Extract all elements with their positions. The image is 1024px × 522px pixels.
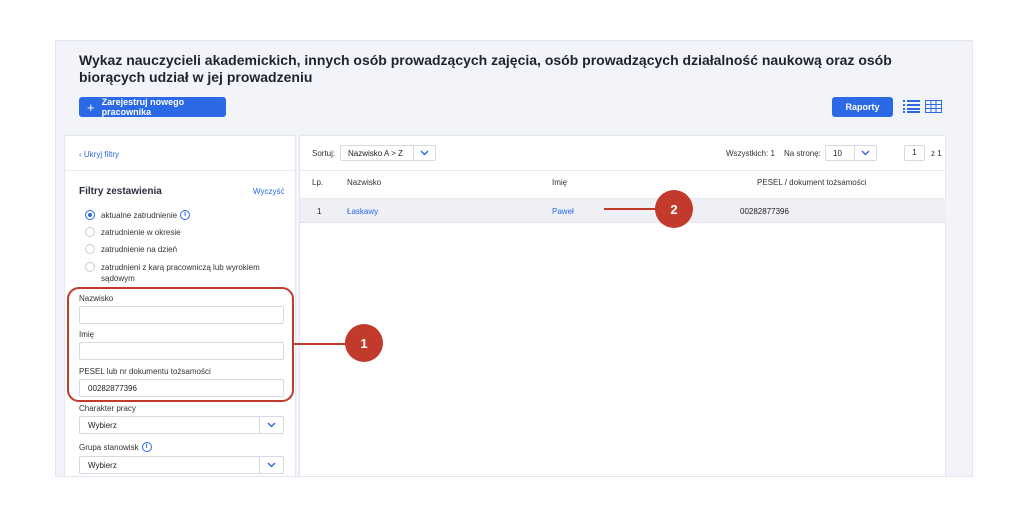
radio-label: zatrudnieni z karą pracowniczą lub wyrok…: [101, 263, 260, 283]
col-header-name[interactable]: Imię: [552, 178, 567, 187]
radio-penalty-employees[interactable]: zatrudnieni z karą pracowniczą lub wyrok…: [85, 262, 270, 284]
radio-dot: [85, 210, 95, 220]
register-employee-button[interactable]: + Zarejestruj nowego pracownika: [79, 97, 226, 117]
position-group-label-row: Grupa stanowisk i: [79, 442, 152, 452]
cell-surname-link[interactable]: Łaskawy: [347, 207, 378, 216]
table-row[interactable]: 1 Łaskawy Paweł 00282877396: [300, 199, 946, 223]
plus-icon: +: [87, 99, 95, 115]
per-page-value: 10: [833, 148, 842, 158]
sort-value: Nazwisko A > Z: [348, 148, 403, 158]
chevron-down-icon: [413, 146, 435, 160]
annotation-badge-2: 2: [655, 190, 693, 228]
annotation-badge-1: 1: [345, 324, 383, 362]
highlight-frame-filters: [67, 287, 294, 402]
page-number-input[interactable]: 1: [904, 145, 925, 161]
page-total: z 1: [931, 149, 942, 158]
results-panel: Sortuj: Nazwisko A > Z Wszystkich: 1 Na …: [299, 135, 946, 476]
chevron-down-icon: [259, 457, 283, 473]
col-header-pesel[interactable]: PESEL / dokument tożsamości: [757, 178, 867, 187]
sort-label: Sortuj:: [312, 149, 336, 158]
radio-dot: [85, 262, 95, 272]
filters-title: Filtry zestawienia: [79, 186, 162, 197]
radio-employment-on-day[interactable]: zatrudnienie na dzień: [85, 244, 177, 255]
radio-employment-in-period[interactable]: zatrudnienie w okresie: [85, 227, 181, 238]
position-group-select[interactable]: Wybierz: [79, 456, 284, 474]
reports-button[interactable]: Raporty: [832, 97, 893, 117]
per-page-select[interactable]: 10: [825, 145, 877, 161]
app-frame: Wykaz nauczycieli akademickich, innych o…: [55, 40, 973, 477]
callout-line: [294, 343, 346, 345]
chevron-down-icon: [259, 417, 283, 433]
work-type-label: Charakter pracy: [79, 404, 136, 413]
page-title: Wykaz nauczycieli akademickich, innych o…: [79, 52, 892, 85]
cell-lp: 1: [317, 207, 322, 216]
list-view-icon[interactable]: [903, 100, 920, 113]
position-group-label: Grupa stanowisk: [79, 442, 139, 452]
callout-line: [604, 208, 656, 210]
divider: [65, 170, 295, 171]
grid-view-icon[interactable]: [925, 100, 942, 113]
col-header-lp[interactable]: Lp.: [312, 178, 323, 187]
sort-select[interactable]: Nazwisko A > Z: [340, 145, 436, 161]
info-icon[interactable]: i: [141, 442, 152, 452]
per-page-label: Na stronę:: [784, 149, 821, 158]
radio-current-employment[interactable]: aktualne zatrudnienie i: [85, 210, 191, 221]
radio-label: zatrudnienie na dzień: [101, 245, 178, 254]
hide-filters-link[interactable]: ‹ Ukryj filtry: [79, 150, 119, 159]
chevron-down-icon: [854, 146, 876, 160]
col-header-surname[interactable]: Nazwisko: [347, 178, 381, 187]
work-type-value: Wybierz: [88, 420, 117, 430]
radio-label: zatrudnienie w okresie: [101, 228, 181, 237]
total-count: Wszystkich: 1: [726, 149, 775, 158]
register-employee-label: Zarejestruj nowego pracownika: [101, 97, 185, 117]
cell-pesel: 00282877396: [740, 207, 789, 216]
clear-filters-link[interactable]: Wyczyść: [253, 187, 284, 196]
info-icon[interactable]: i: [180, 210, 191, 220]
radio-label: aktualne zatrudnienie: [101, 211, 178, 220]
divider: [300, 170, 945, 171]
work-type-select[interactable]: Wybierz: [79, 416, 284, 434]
position-group-value: Wybierz: [88, 460, 117, 470]
cell-name-link[interactable]: Paweł: [552, 207, 574, 216]
radio-dot: [85, 227, 95, 237]
radio-dot: [85, 244, 95, 254]
